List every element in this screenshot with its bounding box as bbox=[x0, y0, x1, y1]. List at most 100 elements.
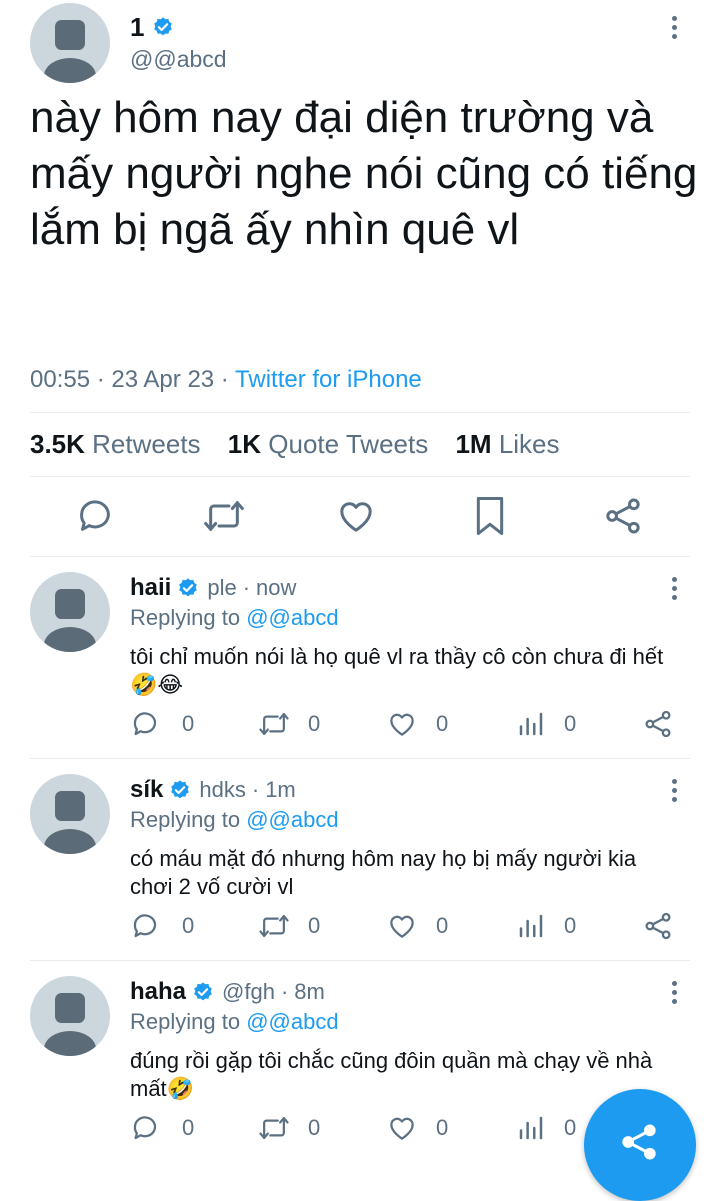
share-icon[interactable] bbox=[603, 495, 643, 537]
retweet-icon[interactable] bbox=[202, 496, 246, 536]
views-icon bbox=[519, 914, 543, 938]
likes-label: Likes bbox=[498, 429, 560, 459]
replying-to-label: Replying to bbox=[130, 1009, 247, 1034]
likes-count: 1M bbox=[455, 429, 492, 459]
divider bbox=[30, 476, 690, 477]
like-icon[interactable] bbox=[335, 496, 377, 536]
retweets-stat[interactable]: 3.5K Retweets bbox=[30, 429, 201, 459]
verified-badge-icon bbox=[152, 16, 174, 38]
likes-stat[interactable]: 1M Likes bbox=[455, 429, 559, 459]
bookmark-icon[interactable] bbox=[470, 494, 510, 538]
share-fab[interactable] bbox=[584, 1089, 696, 1201]
author-name-row[interactable]: 1 bbox=[130, 10, 174, 44]
divider bbox=[30, 556, 690, 557]
replying-to-link[interactable]: @@abcd bbox=[246, 807, 338, 832]
reply-text: đúng rồi gặp tôi chắc cũng đôin quần mà … bbox=[130, 1048, 653, 1101]
tweet-meta: 00:55 · 23 Apr 23 · Twitter for iPhone bbox=[30, 366, 422, 394]
reply-separator: · bbox=[251, 777, 260, 802]
like-count: 0 bbox=[436, 1115, 449, 1140]
reply-text: có máu mặt đó nhưng hôm nay họ bị mấy ng… bbox=[130, 846, 637, 899]
replying-to: Replying to @@abcd bbox=[130, 605, 339, 631]
retweet-icon bbox=[259, 713, 289, 735]
more-options-icon[interactable] bbox=[672, 779, 678, 806]
verified-badge-icon bbox=[192, 981, 214, 1003]
reply-avatar[interactable] bbox=[30, 572, 110, 652]
quotes-count: 1K bbox=[227, 429, 262, 459]
share-icon bbox=[622, 1124, 656, 1160]
quotes-stat[interactable]: 1K Quote Tweets bbox=[228, 429, 428, 459]
reply-action[interactable]: 0 bbox=[130, 1113, 194, 1143]
retweets-label: Retweets bbox=[92, 429, 201, 459]
reply-icon bbox=[133, 1116, 157, 1140]
replying-to-label: Replying to bbox=[130, 807, 247, 832]
reply-text: tôi chỉ muốn nói là họ quê vl ra thầy cô… bbox=[130, 644, 664, 697]
verified-badge-icon bbox=[169, 779, 191, 801]
reply-time: now bbox=[256, 575, 297, 600]
reply-avatar[interactable] bbox=[30, 774, 110, 854]
like-count: 0 bbox=[436, 711, 449, 736]
reply-header: sík hdks · 1m bbox=[130, 775, 296, 805]
author-avatar[interactable] bbox=[30, 3, 110, 83]
reply-display-name[interactable]: haii bbox=[130, 574, 171, 602]
more-options-icon[interactable] bbox=[672, 16, 678, 43]
reply-count: 0 bbox=[182, 711, 195, 736]
reply-header: haii ple · now bbox=[130, 573, 296, 603]
replying-to-label: Replying to bbox=[130, 605, 247, 630]
tweet-source-link[interactable]: Twitter for iPhone bbox=[235, 366, 422, 393]
reply-time: 1m bbox=[265, 777, 296, 802]
divider bbox=[30, 960, 690, 961]
reply-avatar[interactable] bbox=[30, 976, 110, 1056]
reply-action[interactable]: 0 bbox=[130, 911, 194, 941]
replying-to-link[interactable]: @@abcd bbox=[246, 1009, 338, 1034]
like-icon bbox=[390, 915, 414, 938]
tweet-timestamp: 00:55 · 23 Apr 23 · bbox=[30, 366, 236, 393]
like-icon bbox=[390, 713, 414, 736]
reply-time: 8m bbox=[294, 979, 325, 1004]
reply-icon[interactable] bbox=[75, 496, 115, 536]
reply-display-name[interactable]: sík bbox=[130, 776, 163, 804]
like-action[interactable]: 0 bbox=[386, 1113, 448, 1143]
like-icon bbox=[390, 1117, 414, 1140]
retweet-icon bbox=[259, 1117, 289, 1139]
reply-separator: · bbox=[242, 575, 251, 600]
views-icon bbox=[519, 1116, 543, 1140]
views-icon bbox=[519, 712, 543, 736]
reply-header: haha @fgh · 8m bbox=[130, 977, 325, 1007]
retweet-action[interactable]: 0 bbox=[258, 1113, 320, 1143]
replying-to-link[interactable]: @@abcd bbox=[246, 605, 338, 630]
share-icon[interactable] bbox=[643, 911, 673, 941]
reply-handle[interactable]: ple bbox=[207, 575, 236, 601]
like-action[interactable]: 0 bbox=[386, 911, 448, 941]
views-action[interactable]: 0 bbox=[516, 911, 576, 941]
views-count: 0 bbox=[564, 913, 577, 938]
divider bbox=[30, 758, 690, 759]
reply-display-name[interactable]: haha bbox=[130, 978, 186, 1006]
more-options-icon[interactable] bbox=[672, 981, 678, 1008]
reply-handle[interactable]: hdks bbox=[199, 777, 245, 803]
views-action[interactable]: 0 bbox=[516, 709, 576, 739]
share-icon[interactable] bbox=[643, 709, 673, 739]
divider bbox=[30, 412, 690, 413]
replying-to: Replying to @@abcd bbox=[130, 1009, 339, 1035]
reply-icon bbox=[133, 914, 157, 938]
retweet-icon bbox=[259, 915, 289, 937]
retweet-count: 0 bbox=[308, 1115, 321, 1140]
reply-action[interactable]: 0 bbox=[130, 709, 194, 739]
replying-to: Replying to @@abcd bbox=[130, 807, 339, 833]
retweet-action[interactable]: 0 bbox=[258, 911, 320, 941]
retweet-count: 0 bbox=[308, 913, 321, 938]
verified-badge-icon bbox=[177, 577, 199, 599]
more-options-icon[interactable] bbox=[672, 577, 678, 604]
tweet-text: này hôm nay đại diện trường và mấy người… bbox=[30, 93, 698, 254]
retweet-count: 0 bbox=[308, 711, 321, 736]
views-count: 0 bbox=[564, 711, 577, 736]
author-handle[interactable]: @@abcd bbox=[130, 46, 227, 73]
reply-count: 0 bbox=[182, 1115, 195, 1140]
reply-handle[interactable]: @fgh bbox=[222, 979, 275, 1005]
views-count: 0 bbox=[564, 1115, 577, 1140]
views-action[interactable]: 0 bbox=[516, 1113, 576, 1143]
reply-separator: · bbox=[280, 979, 289, 1004]
retweets-count: 3.5K bbox=[30, 429, 85, 459]
retweet-action[interactable]: 0 bbox=[258, 709, 320, 739]
like-action[interactable]: 0 bbox=[386, 709, 448, 739]
